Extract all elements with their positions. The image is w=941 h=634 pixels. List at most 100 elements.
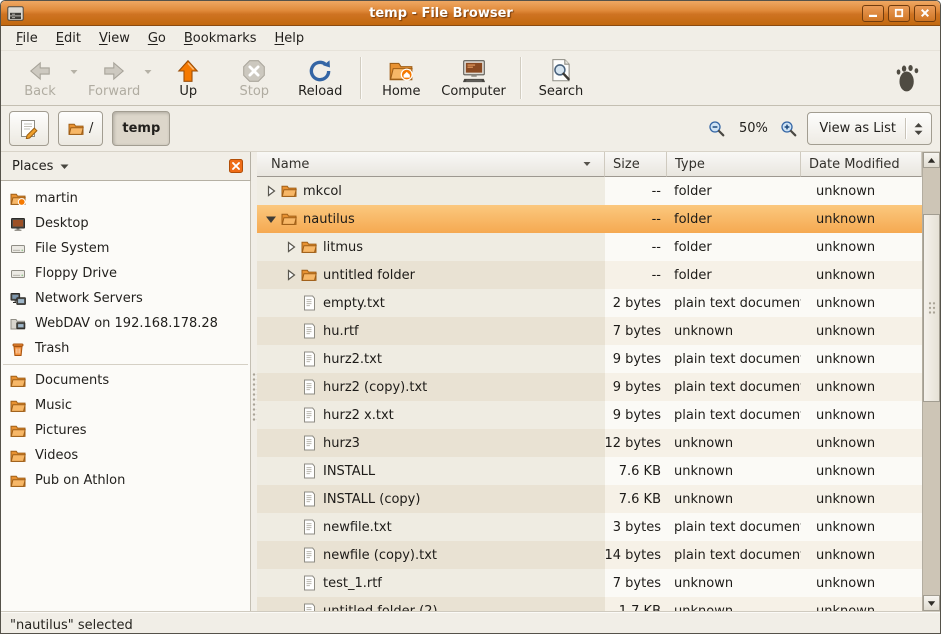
- file-icon: [301, 435, 317, 451]
- back-history-dropdown[interactable]: [69, 65, 79, 80]
- sidebar-item-floppy-drive[interactable]: Floppy Drive: [1, 261, 250, 286]
- type-cell: plain text document: [667, 401, 801, 429]
- sidebar-item-network-servers[interactable]: Network Servers: [1, 286, 250, 311]
- scrollbar-track[interactable]: [923, 168, 940, 595]
- sidebar-header-select[interactable]: Places: [1, 152, 251, 181]
- up-button[interactable]: Up: [155, 53, 221, 103]
- folder-row-untitled-folder[interactable]: untitled folder--folderunknown: [257, 261, 922, 289]
- file-row-hurz2-copy-txt[interactable]: hurz2 (copy).txt9 bytesplain text docume…: [257, 373, 922, 401]
- toolbar-button-label: Computer: [441, 84, 506, 99]
- sidebar-item-label: martin: [35, 191, 78, 206]
- file-row-empty-txt[interactable]: empty.txt2 bytesplain text documentunkno…: [257, 289, 922, 317]
- file-row-test-1-rtf[interactable]: test_1.rtf7 bytesunknownunknown: [257, 569, 922, 597]
- file-icon: [301, 547, 317, 563]
- sidebar-item-music[interactable]: Music: [1, 393, 250, 418]
- computer-button[interactable]: Computer: [434, 53, 513, 103]
- forward-history-dropdown[interactable]: [143, 65, 153, 80]
- file-name: INSTALL (copy): [323, 492, 420, 507]
- menu-edit[interactable]: Edit: [47, 28, 90, 49]
- network-icon: [10, 291, 26, 307]
- view-mode-select[interactable]: View as List: [807, 112, 932, 145]
- name-cell: hurz2 x.txt: [257, 401, 605, 429]
- vertical-scrollbar[interactable]: [922, 152, 940, 611]
- name-cell: INSTALL (copy): [257, 485, 605, 513]
- expander-collapsed-icon[interactable]: [263, 183, 279, 199]
- column-header-name[interactable]: Name: [257, 152, 605, 177]
- column-header-label: Name: [271, 157, 309, 172]
- file-row-hurz3[interactable]: hurz312 bytesunknownunknown: [257, 429, 922, 457]
- scroll-up-button[interactable]: [923, 152, 940, 168]
- zoom-in-button[interactable]: [778, 118, 800, 140]
- expander-spacer: [283, 379, 299, 395]
- file-row-untitled-folder-2[interactable]: untitled folder (2)1.7 KBunknownunknown: [257, 597, 922, 611]
- current-folder-button[interactable]: temp: [112, 111, 170, 146]
- folder-row-litmus[interactable]: litmus--folderunknown: [257, 233, 922, 261]
- desktop-icon: [10, 216, 26, 232]
- sidebar-item-label: Music: [35, 398, 72, 413]
- file-row-hurz2-x-txt[interactable]: hurz2 x.txt9 bytesplain text documentunk…: [257, 401, 922, 429]
- folder-icon: [10, 473, 26, 489]
- menu-view[interactable]: View: [90, 28, 139, 49]
- status-text: "nautilus" selected: [10, 618, 133, 633]
- column-header-date-modified[interactable]: Date Modified: [801, 152, 922, 177]
- search-button[interactable]: Search: [528, 53, 594, 103]
- folder-icon: [301, 239, 317, 255]
- zoom-out-button[interactable]: [706, 118, 728, 140]
- home-button[interactable]: Home: [368, 53, 434, 103]
- sidebar-item-pub-on-athlon[interactable]: Pub on Athlon: [1, 468, 250, 493]
- sidebar-item-videos[interactable]: Videos: [1, 443, 250, 468]
- sidebar-item-pictures[interactable]: Pictures: [1, 418, 250, 443]
- file-row-hu-rtf[interactable]: hu.rtf7 bytesunknownunknown: [257, 317, 922, 345]
- toolbar: BackForwardUpStopReloadHomeComputerSearc…: [1, 51, 940, 106]
- pane-divider[interactable]: [251, 152, 257, 611]
- column-header-size[interactable]: Size: [605, 152, 667, 177]
- name-cell: newfile.txt: [257, 513, 605, 541]
- window-minimize-icon: [868, 9, 878, 18]
- expander-expanded-icon[interactable]: [263, 211, 279, 227]
- scroll-down-button[interactable]: [923, 595, 940, 611]
- file-row-install[interactable]: INSTALL7.6 KBunknownunknown: [257, 457, 922, 485]
- titlebar[interactable]: temp - File Browser: [1, 1, 940, 26]
- stop-button: Stop: [221, 53, 287, 103]
- file-row-newfile-copy-txt[interactable]: newfile (copy).txt14 bytesplain text doc…: [257, 541, 922, 569]
- menu-bookmarks[interactable]: Bookmarks: [175, 28, 266, 49]
- expander-collapsed-icon[interactable]: [283, 239, 299, 255]
- home-icon: [388, 57, 414, 84]
- toggle-location-entry-button[interactable]: [9, 111, 49, 146]
- sidebar-item-file-system[interactable]: File System: [1, 236, 250, 261]
- modified-cell: unknown: [801, 177, 922, 205]
- window-maximize-button[interactable]: [888, 5, 910, 22]
- forward-arrow-icon: [101, 57, 127, 84]
- toolbar-button-label: Stop: [240, 84, 270, 99]
- sidebar-close-button[interactable]: [229, 159, 243, 173]
- reload-button[interactable]: Reload: [287, 53, 353, 103]
- sidebar-item-webdav-on-192-168-178-28[interactable]: WebDAV on 192.168.178.28: [1, 311, 250, 336]
- file-row-hurz2-txt[interactable]: hurz2.txt9 bytesplain text documentunkno…: [257, 345, 922, 373]
- column-header-type[interactable]: Type: [667, 152, 801, 177]
- sidebar-item-documents[interactable]: Documents: [1, 368, 250, 393]
- window-close-button[interactable]: [914, 5, 936, 22]
- size-cell: 3 bytes: [605, 513, 667, 541]
- folder-row-mkcol[interactable]: mkcol--folderunknown: [257, 177, 922, 205]
- menu-help[interactable]: Help: [266, 28, 314, 49]
- sidebar-item-desktop[interactable]: Desktop: [1, 211, 250, 236]
- scrollbar-thumb[interactable]: [923, 214, 940, 402]
- type-cell: unknown: [667, 569, 801, 597]
- menu-go[interactable]: Go: [139, 28, 175, 49]
- window-title: temp - File Browser: [24, 6, 858, 21]
- file-icon: [301, 407, 317, 423]
- sidebar-item-trash[interactable]: Trash: [1, 336, 250, 361]
- file-row-newfile-txt[interactable]: newfile.txt3 bytesplain text documentunk…: [257, 513, 922, 541]
- window-minimize-button[interactable]: [862, 5, 884, 22]
- root-folder-button[interactable]: /: [58, 111, 103, 146]
- sidebar-item-martin[interactable]: martin: [1, 186, 250, 211]
- pane-grip-handle[interactable]: [252, 372, 257, 422]
- file-name: newfile.txt: [323, 520, 392, 535]
- file-name: mkcol: [303, 184, 342, 199]
- file-row-install-copy[interactable]: INSTALL (copy)7.6 KBunknownunknown: [257, 485, 922, 513]
- folder-row-nautilus[interactable]: nautilus--folderunknown: [257, 205, 922, 233]
- menu-file[interactable]: File: [7, 28, 47, 49]
- reload-icon: [307, 57, 333, 84]
- expander-collapsed-icon[interactable]: [283, 267, 299, 283]
- type-cell: plain text document: [667, 345, 801, 373]
